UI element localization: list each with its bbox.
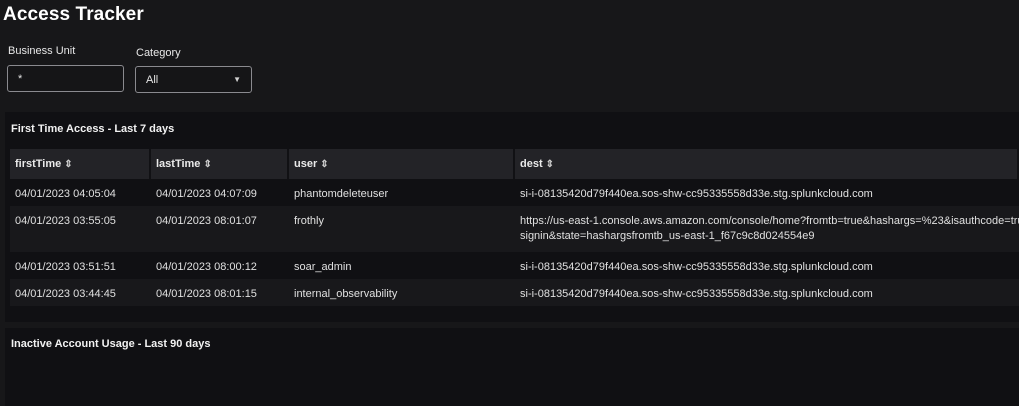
table-row[interactable]: 04/01/2023 03:44:45 04/01/2023 08:01:15 …	[10, 279, 1019, 306]
cell-user: frothly	[294, 215, 324, 227]
column-header-label: firstTime	[15, 158, 62, 170]
column-header-dest[interactable]: dest ⇕	[515, 149, 1019, 179]
cell-dest: si-i-08135420d79f440ea.sos-shw-cc9533555…	[520, 288, 873, 300]
table-row[interactable]: 04/01/2023 04:05:04 04/01/2023 04:07:09 …	[10, 179, 1019, 206]
column-header-user[interactable]: user ⇕	[289, 149, 515, 179]
category-label: Category	[136, 47, 181, 59]
sort-icon: ⇕	[320, 158, 329, 170]
panel-title: First Time Access - Last 7 days	[11, 123, 175, 135]
sort-icon: ⇕	[64, 158, 73, 170]
inactive-account-usage-panel: Inactive Account Usage - Last 90 days	[5, 328, 1019, 406]
cell-dest: https://us-east-1.console.aws.amazon.com…	[515, 206, 1019, 252]
table-row[interactable]: 04/01/2023 03:51:51 04/01/2023 08:00:12 …	[10, 252, 1019, 279]
cell-dest: si-i-08135420d79f440ea.sos-shw-cc9533555…	[520, 261, 873, 273]
cell-firsttime: 04/01/2023 03:55:05	[15, 215, 116, 227]
cell-firsttime: 04/01/2023 03:51:51	[15, 261, 116, 273]
panel-title: Inactive Account Usage - Last 90 days	[11, 338, 211, 350]
cell-firsttime: 04/01/2023 04:05:04	[15, 188, 116, 200]
business-unit-label: Business Unit	[8, 45, 76, 57]
cell-lasttime: 04/01/2023 08:01:07	[156, 215, 257, 227]
cell-lasttime: 04/01/2023 04:07:09	[156, 188, 257, 200]
cell-dest-line: https://us-east-1.console.aws.amazon.com…	[520, 215, 1019, 227]
cell-user: internal_observability	[294, 288, 398, 300]
cell-dest-line: signin&state=hashargsfromtb_us-east-1_f6…	[520, 230, 815, 242]
first-time-access-panel: First Time Access - Last 7 days firstTim…	[5, 112, 1019, 322]
cell-dest: si-i-08135420d79f440ea.sos-shw-cc9533555…	[520, 188, 873, 200]
category-value: All	[146, 73, 159, 86]
page-title: Access Tracker	[3, 4, 144, 25]
column-header-label: dest	[520, 158, 543, 170]
cell-firsttime: 04/01/2023 03:44:45	[15, 288, 116, 300]
column-header-lasttime[interactable]: lastTime ⇕	[151, 149, 289, 179]
sort-icon: ⇕	[545, 158, 555, 170]
table-header: firstTime ⇕ lastTime ⇕ user ⇕ dest ⇕	[10, 149, 1019, 179]
cell-lasttime: 04/01/2023 08:00:12	[156, 261, 257, 273]
cell-user: phantomdeleteuser	[294, 188, 389, 200]
column-header-firsttime[interactable]: firstTime ⇕	[10, 149, 151, 179]
caret-down-icon: ▼	[233, 75, 241, 84]
first-time-access-table: firstTime ⇕ lastTime ⇕ user ⇕ dest ⇕ 04/…	[10, 149, 1019, 306]
column-header-label: lastTime	[156, 158, 201, 170]
column-header-label: user	[294, 158, 318, 170]
table-row[interactable]: 04/01/2023 03:55:05 04/01/2023 08:01:07 …	[10, 206, 1019, 252]
cell-user: soar_admin	[294, 261, 352, 273]
category-select[interactable]: All ▼	[135, 66, 252, 93]
cell-lasttime: 04/01/2023 08:01:15	[156, 288, 257, 300]
business-unit-value: *	[18, 72, 23, 85]
sort-icon: ⇕	[203, 158, 212, 170]
business-unit-input[interactable]: *	[7, 65, 124, 92]
